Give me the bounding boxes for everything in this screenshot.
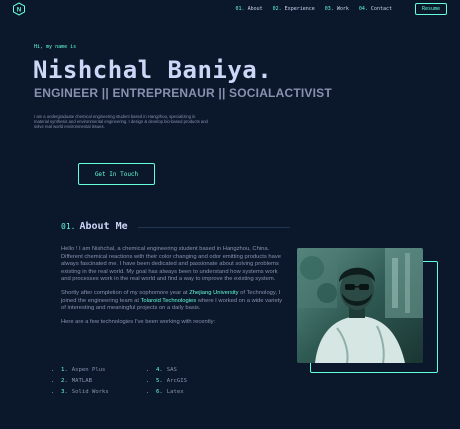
about-text: Hello ! I am Nishchal, a chemical engine… [61, 246, 288, 332]
technology-item: 3.Solid Works [61, 389, 156, 395]
main-nav: 01. About 02. Experience 03. Work 04. Co… [236, 6, 392, 12]
technology-name: Solid Works [71, 389, 109, 395]
logo[interactable]: N [12, 2, 26, 16]
technology-item: 5.ArcGIS [156, 378, 226, 384]
nav-item-number: 03. [324, 6, 334, 12]
technology-number: 2. [61, 378, 68, 384]
about-paragraph: Shortly after completion of my sophomore… [61, 290, 288, 313]
technology-name: Latex [166, 389, 184, 395]
technology-item: 6.Latex [156, 389, 226, 395]
hero-roles: ENGINEER || ENTREPRENAUR || SOCIALACTIVI… [34, 86, 332, 100]
logo-letter: N [17, 7, 21, 13]
nav-item-label: Contact [370, 6, 392, 12]
technology-item: 2.MATLAB [61, 378, 156, 384]
nav-item-number: 04. [358, 6, 368, 12]
technology-name: SAS [166, 367, 177, 373]
about-paragraph: Here are a few technologies I've been wo… [61, 318, 216, 325]
about-section-title: About Me [79, 221, 128, 232]
about-paragraph: Hello ! I am Nishchal, a chemical engine… [61, 246, 281, 283]
nav-item-number: 02. [272, 6, 282, 12]
nav-item-number: 01. [235, 6, 245, 12]
profile-photo [297, 248, 423, 363]
resume-button[interactable]: Resume [415, 3, 447, 15]
nav-item-label: About [247, 6, 263, 12]
nav-item-work[interactable]: 03. Work [325, 6, 349, 12]
portrait-illustration [297, 248, 423, 363]
about-text-fragment: Shortly after completion of my sophomore… [61, 289, 190, 296]
technology-name: Aspen Plus [71, 367, 106, 373]
nav-item-contact[interactable]: 04. Contact [359, 6, 392, 12]
hero-name: Nishchal Baniya. [33, 56, 273, 84]
about-heading: 01. About Me [61, 221, 128, 232]
technology-number: 1. [61, 367, 68, 373]
technology-list: 1.Aspen Plus 4.SAS 2.MATLAB 5.ArcGIS 3.S… [61, 367, 226, 395]
section-divider [138, 227, 290, 228]
technology-number: 3. [61, 389, 68, 395]
logo-hexagon-icon: N [13, 2, 25, 16]
hero-intro: Hi, my name is [34, 44, 77, 50]
technology-number: 6. [156, 389, 163, 395]
nav-item-about[interactable]: 01. About [236, 6, 263, 12]
tolaroid-technologies-link[interactable]: Tolaroid Technologies [141, 298, 197, 304]
technology-number: 5. [156, 378, 163, 384]
technology-item: 1.Aspen Plus [61, 367, 156, 373]
technology-name: MATLAB [71, 378, 92, 384]
get-in-touch-button[interactable]: Get In Touch [78, 163, 155, 185]
about-section-number: 01. [61, 222, 76, 231]
nav-item-label: Experience [284, 6, 315, 12]
technology-number: 4. [156, 367, 163, 373]
technology-name: ArcGIS [166, 378, 187, 384]
technology-item: 4.SAS [156, 367, 226, 373]
hero-blurb: I am a undergraduate chemical engineerin… [34, 114, 208, 130]
nav-item-experience[interactable]: 02. Experience [273, 6, 315, 12]
nav-item-label: Work [336, 6, 349, 12]
zhejiang-university-link[interactable]: Zhejiang University [189, 290, 238, 296]
